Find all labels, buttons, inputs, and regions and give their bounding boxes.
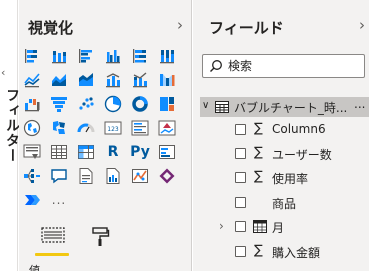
paint-roller-icon: [92, 227, 110, 246]
field-name: 使用率: [272, 172, 309, 186]
clustered-bar-icon[interactable]: [75, 46, 97, 66]
line-clustered-column-icon[interactable]: [102, 70, 124, 90]
search-icon: [210, 60, 222, 72]
key-influencers-icon[interactable]: [156, 142, 178, 162]
sigma-icon: ∑: [254, 121, 263, 136]
tab-build-fields[interactable]: [33, 226, 73, 256]
r-visual-label: R: [107, 144, 119, 160]
values-well-label: 値: [29, 264, 40, 271]
visual-gallery: 123 R Py ...: [21, 46, 185, 214]
more-visuals-label: ...: [51, 193, 67, 207]
stacked-bar-icon[interactable]: [21, 46, 43, 66]
field-usage-rate[interactable]: ∑ 使用率: [193, 168, 369, 188]
visualizations-title: 視覚化: [28, 19, 74, 37]
100-percent-bar-icon[interactable]: [129, 46, 151, 66]
collapse-fields-chevron-icon[interactable]: ›: [359, 16, 365, 34]
filled-map-icon[interactable]: [48, 118, 70, 138]
funnel-chart-icon[interactable]: [48, 94, 70, 114]
field-name: 月: [272, 221, 285, 235]
power-apps-icon[interactable]: [156, 166, 178, 186]
python-visual-icon[interactable]: Py: [129, 142, 151, 162]
field-user-count[interactable]: ∑ ユーザー数: [193, 144, 369, 164]
table-name: バブルチャート_時...: [234, 101, 348, 115]
search-input[interactable]: [228, 58, 358, 74]
area-chart-icon[interactable]: [48, 70, 70, 90]
donut-chart-icon[interactable]: [129, 94, 151, 114]
line-chart-icon[interactable]: [21, 70, 43, 90]
qa-icon[interactable]: [48, 166, 70, 186]
field-checkbox[interactable]: [235, 197, 246, 208]
clustered-column-icon[interactable]: [102, 46, 124, 66]
line-stacked-column-icon[interactable]: [129, 70, 151, 90]
sigma-icon: ∑: [254, 169, 263, 184]
field-checkbox[interactable]: [235, 246, 246, 257]
expand-filters-chevron-icon[interactable]: ‹: [1, 66, 5, 79]
chevron-down-icon[interactable]: ∨: [202, 100, 209, 111]
sigma-icon: ∑: [254, 243, 263, 258]
ribbon-chart-icon[interactable]: [156, 70, 178, 90]
arcgis-map-icon[interactable]: [129, 166, 151, 186]
table-icon[interactable]: [48, 142, 70, 162]
card-icon[interactable]: 123: [102, 118, 124, 138]
table-icon: [215, 101, 229, 113]
field-column6[interactable]: ∑ Column6: [193, 120, 369, 140]
field-checkbox[interactable]: [235, 148, 246, 159]
matrix-icon[interactable]: [75, 142, 97, 162]
sigma-icon: ∑: [254, 145, 263, 160]
more-visuals-icon[interactable]: ...: [48, 190, 70, 210]
slicer-icon[interactable]: [21, 142, 43, 162]
fields-pane: フィールド › ∨ バブルチャート_時... ... ∑ Column6 ∑ ユ…: [193, 0, 369, 271]
field-product[interactable]: 商品: [193, 193, 369, 213]
power-automate-icon[interactable]: [21, 190, 43, 210]
visualization-tabs: [33, 226, 133, 256]
field-name: 商品: [272, 197, 297, 211]
map-icon[interactable]: [21, 118, 43, 138]
waterfall-chart-icon[interactable]: [21, 94, 43, 114]
smart-narrative-icon[interactable]: [75, 166, 97, 186]
table-more-options-icon[interactable]: ...: [354, 97, 365, 111]
python-visual-label: Py: [130, 144, 150, 160]
gauge-icon[interactable]: [75, 118, 97, 138]
paginated-report-icon[interactable]: [102, 166, 124, 186]
table-node[interactable]: ∨ バブルチャート_時... ...: [200, 97, 369, 117]
field-name: 購入金額: [272, 246, 321, 260]
pie-chart-icon[interactable]: [102, 94, 124, 114]
calendar-icon: [253, 220, 267, 233]
field-checkbox[interactable]: [235, 221, 246, 232]
field-name: ユーザー数: [272, 148, 332, 162]
filters-pane-collapsed[interactable]: ‹ フィルター: [0, 0, 20, 271]
chevron-right-icon[interactable]: ›: [219, 219, 224, 233]
stacked-column-icon[interactable]: [48, 46, 70, 66]
active-tab-indicator: [35, 253, 69, 256]
field-month[interactable]: › 月: [193, 217, 369, 237]
treemap-icon[interactable]: [156, 94, 178, 114]
kpi-icon[interactable]: [156, 118, 178, 138]
field-checkbox[interactable]: [235, 124, 246, 135]
r-visual-icon[interactable]: R: [102, 142, 124, 162]
svg-text:123: 123: [107, 126, 119, 133]
field-name: Column6: [272, 122, 326, 136]
scatter-chart-icon[interactable]: [75, 94, 97, 114]
stacked-area-icon[interactable]: [75, 70, 97, 90]
decomposition-tree-icon[interactable]: [21, 166, 43, 186]
collapse-visualizations-chevron-icon[interactable]: ›: [177, 16, 183, 34]
fields-well-icon: [41, 227, 65, 243]
visualizations-pane: 視覚化 › 123 R Py ... 値: [19, 0, 192, 271]
fields-search-box[interactable]: [202, 54, 365, 78]
tab-format[interactable]: [85, 226, 115, 254]
fields-title: フィールド: [209, 19, 284, 37]
multi-row-card-icon[interactable]: [129, 118, 151, 138]
100-percent-column-icon[interactable]: [156, 46, 178, 66]
field-purchase-amount[interactable]: ∑ 購入金額: [193, 242, 369, 262]
field-checkbox[interactable]: [235, 172, 246, 183]
